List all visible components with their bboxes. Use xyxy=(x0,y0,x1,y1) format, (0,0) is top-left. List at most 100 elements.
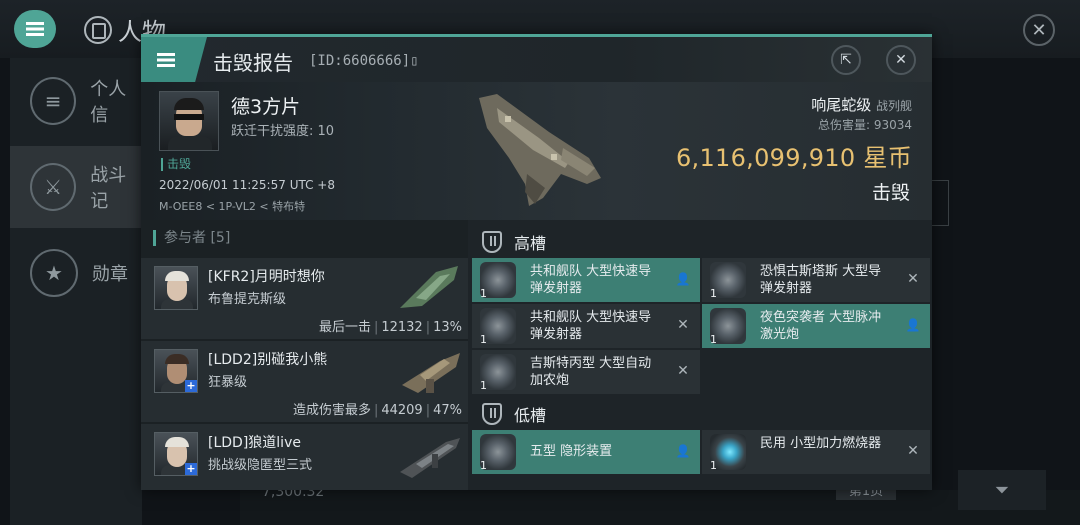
kill-value: 6,116,099,910 星币 xyxy=(676,138,912,173)
avatar-hair xyxy=(174,98,204,110)
low-slot-header: 低槽 xyxy=(470,398,932,430)
module-item[interactable]: 1 共和舰队 大型快速导弹发射器 👤 xyxy=(472,258,700,302)
slot-label: 低槽 xyxy=(514,406,547,425)
participant-ship: 布鲁提克斯级 xyxy=(208,292,287,307)
participant-row[interactable]: [KFR2]月明时想你 布鲁提克斯级 最后一击 | 12132 | 13% xyxy=(141,258,468,341)
total-damage-value: 93034 xyxy=(873,118,912,132)
filter-button[interactable]: ⏷ xyxy=(958,470,1046,510)
module-item[interactable]: 1 五型 隐形装置 👤 xyxy=(472,430,700,474)
close-icon[interactable]: ✕ xyxy=(904,270,922,288)
kill-value-amount: 6,116,099,910 xyxy=(675,144,856,172)
user-icon[interactable]: 👤 xyxy=(674,442,692,460)
participants-header: 参与者 [5] xyxy=(153,230,230,246)
close-icon[interactable]: ✕ xyxy=(674,362,692,380)
participant-ship: 挑战级隐匿型三式 xyxy=(208,458,313,473)
stat-percent: 13% xyxy=(433,320,462,335)
plus-icon: + xyxy=(185,379,197,392)
kill-tag: 击毁 xyxy=(161,158,191,171)
dialog-close-button[interactable]: ✕ xyxy=(886,45,916,75)
participant-stat: 造成伤害最多 | 44209 | 47% xyxy=(293,399,462,418)
sidebar-item-combat[interactable]: ⚔ 战斗记 xyxy=(10,146,142,228)
module-qty: 1 xyxy=(710,333,717,346)
shield-icon xyxy=(482,231,502,253)
participant-row[interactable]: + [LDD2]别碰我小熊 狂暴级 造成伤害最多 | 44209 | 47% xyxy=(141,341,468,424)
bottom-bar xyxy=(240,490,1080,525)
stat-percent: 47% xyxy=(433,403,462,418)
sidebar-item-medals[interactable]: ★ 勋章 xyxy=(10,232,142,314)
module-item[interactable]: 1 民用 小型加力燃烧器 ✕ xyxy=(702,430,930,474)
module-name: 五型 隐形装置 xyxy=(530,444,613,459)
share-button[interactable]: ⇱ xyxy=(831,45,861,75)
kill-location[interactable]: M-OEE8 < 1P-VL2 < 特布特 xyxy=(159,198,305,214)
sidebar-item-label: 勋章 xyxy=(92,264,128,285)
report-id[interactable]: [ID:6606666]▯ xyxy=(309,53,419,69)
close-icon[interactable]: ✕ xyxy=(904,442,922,460)
app-close-button[interactable]: ✕ xyxy=(1023,14,1055,46)
report-id-text: [ID:6606666] xyxy=(309,53,411,69)
avatar-hair xyxy=(165,271,189,281)
total-damage: 总伤害量: 93034 xyxy=(818,116,912,133)
module-qty: 1 xyxy=(710,459,717,472)
participant-stat: 最后一击 | 12132 | 13% xyxy=(319,316,462,335)
module-qty: 1 xyxy=(710,287,717,300)
shield-icon xyxy=(482,403,502,425)
victim-avatar[interactable] xyxy=(159,91,219,151)
module-item[interactable]: 1 吉斯特丙型 大型自动加农炮 ✕ xyxy=(472,350,700,394)
separator: | xyxy=(425,403,431,418)
participant-avatar: + xyxy=(154,349,198,393)
currency-label: 星币 xyxy=(863,144,912,172)
menu-icon xyxy=(157,52,175,67)
close-icon: ✕ xyxy=(895,52,907,68)
separator: | xyxy=(373,403,379,418)
sidebar-item-label: 战斗记 xyxy=(90,165,127,212)
participant-row[interactable]: + [LDD]狼道live 挑战级隐匿型三式 xyxy=(141,424,468,490)
kill-time: 2022/06/01 11:25:57 UTC +8 xyxy=(159,178,335,192)
kill-report-dialog: 击毁报告 [ID:6606666]▯ ⇱ ✕ 德3方片 跃迁干扰强度: 10 击… xyxy=(141,34,932,490)
participant-name: [LDD2]别碰我小熊 xyxy=(208,352,328,368)
ship-name-text: 响尾蛇级 xyxy=(811,96,872,114)
participant-avatar xyxy=(154,266,198,310)
share-icon: ⇱ xyxy=(840,52,852,68)
ship-class: 战列舰 xyxy=(875,99,912,113)
module-item[interactable]: 1 恐惧古斯塔斯 大型导弹发射器 ✕ xyxy=(702,258,930,302)
module-name: 恐惧古斯塔斯 大型导弹发射器 xyxy=(760,264,882,296)
user-icon[interactable]: 👤 xyxy=(904,316,922,334)
avatar-hair xyxy=(165,354,189,364)
ship-name[interactable]: 响尾蛇级 战列舰 xyxy=(811,94,912,115)
sidebar-item-label: 个人信 xyxy=(90,79,127,126)
character-icon xyxy=(84,15,112,44)
participant-name: [LDD]狼道live xyxy=(208,435,301,451)
warp-strength: 跃迁干扰强度: 10 xyxy=(231,124,335,139)
swords-icon: ⚔ xyxy=(30,163,77,211)
list-icon: ≡ xyxy=(30,77,77,125)
victim-summary: 德3方片 跃迁干扰强度: 10 击毁 2022/06/01 11:25:57 U… xyxy=(141,82,932,220)
user-icon[interactable]: 👤 xyxy=(674,270,692,288)
avatar-body xyxy=(168,136,212,150)
slot-label: 高槽 xyxy=(514,234,547,253)
sidebar-item-profile[interactable]: ≡ 个人信 xyxy=(10,60,142,142)
plus-icon: + xyxy=(185,462,197,475)
sidebar: ≡ 个人信 ⚔ 战斗记 ★ 勋章 xyxy=(10,58,142,525)
background-field xyxy=(932,180,949,226)
main-menu-button[interactable] xyxy=(14,10,56,48)
close-icon: ✕ xyxy=(1031,19,1047,41)
close-icon[interactable]: ✕ xyxy=(674,316,692,334)
module-name: 共和舰队 大型快速导弹发射器 xyxy=(530,264,652,296)
fitting-panel: 高槽 1 共和舰队 大型快速导弹发射器 👤 1 恐惧古斯塔斯 大型导弹发射器 ✕… xyxy=(470,220,932,490)
participant-ship-image xyxy=(400,438,460,478)
avatar-glasses xyxy=(174,114,204,120)
participant-ship-image xyxy=(400,266,458,308)
total-damage-label: 总伤害量: xyxy=(817,118,874,132)
module-name: 吉斯特丙型 大型自动加农炮 xyxy=(530,356,652,388)
module-name: 共和舰队 大型快速导弹发射器 xyxy=(530,310,652,342)
module-item[interactable]: 1 共和舰队 大型快速导弹发射器 ✕ xyxy=(472,304,700,348)
module-item[interactable]: 1 夜色突袭者 大型脉冲激光炮 👤 xyxy=(702,304,930,348)
copy-icon[interactable]: ▯ xyxy=(410,53,418,69)
separator: | xyxy=(425,320,431,335)
victim-name[interactable]: 德3方片 xyxy=(231,92,300,119)
participant-avatar: + xyxy=(154,432,198,476)
module-name: 夜色突袭者 大型脉冲激光炮 xyxy=(760,310,882,342)
dialog-header: 击毁报告 [ID:6606666]▯ ⇱ ✕ xyxy=(141,34,932,82)
dialog-menu-button[interactable] xyxy=(141,37,207,82)
avatar-hair xyxy=(165,437,189,447)
